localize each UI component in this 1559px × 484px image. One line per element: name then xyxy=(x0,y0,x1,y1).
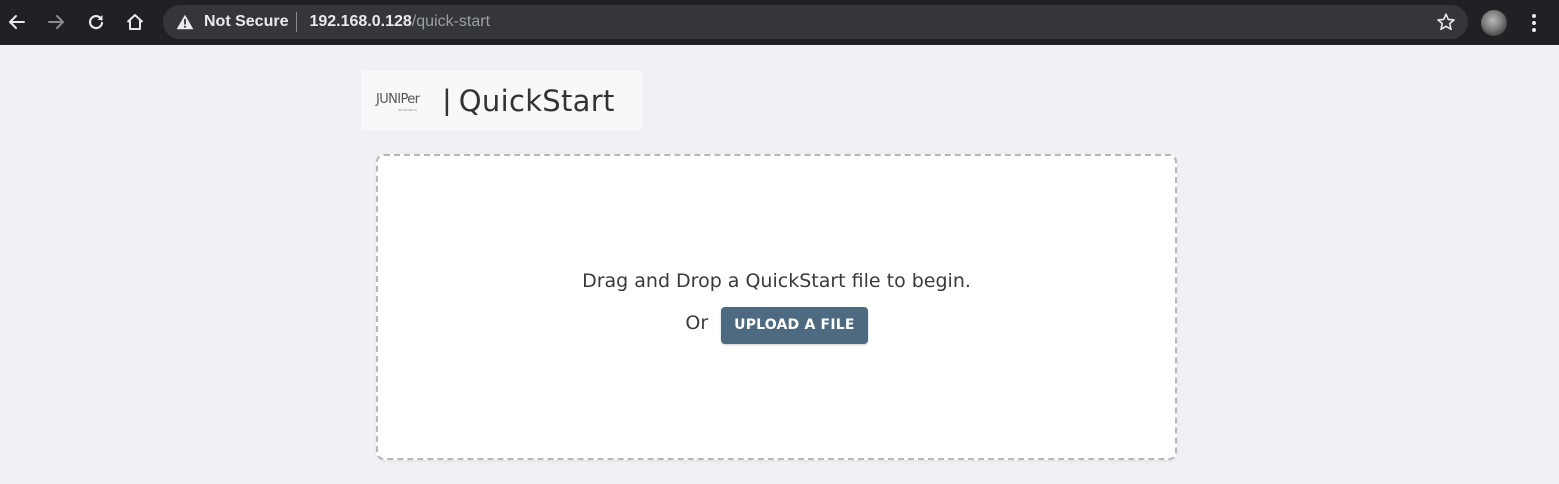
bookmark-button[interactable] xyxy=(1434,10,1458,34)
upload-row: Or UPLOAD A FILE xyxy=(378,307,1175,344)
warning-triangle-icon[interactable] xyxy=(175,12,195,32)
brand-header: JUNIPer NETWORKS | QuickStart xyxy=(361,71,642,130)
or-label: Or xyxy=(685,311,709,334)
url-host[interactable]: 192.168.0.128 xyxy=(309,13,411,31)
upload-file-button[interactable]: UPLOAD A FILE xyxy=(721,307,868,344)
address-bar[interactable]: Not Secure 192.168.0.128/quick-start xyxy=(163,5,1468,39)
omnibox-divider xyxy=(296,12,298,32)
browser-toolbar: Not Secure 192.168.0.128/quick-start xyxy=(0,0,1559,45)
star-icon xyxy=(1437,13,1455,31)
browser-menu-button[interactable] xyxy=(1522,8,1546,38)
juniper-logo: JUNIPer NETWORKS xyxy=(376,86,428,116)
logo-subtext: NETWORKS xyxy=(398,107,417,112)
avatar[interactable] xyxy=(1481,10,1507,36)
url-path[interactable]: /quick-start xyxy=(412,13,490,31)
forward-button[interactable] xyxy=(42,8,70,36)
kebab-menu-icon xyxy=(1532,14,1536,32)
back-button[interactable] xyxy=(3,8,31,36)
forward-arrow-icon xyxy=(48,15,64,29)
home-icon xyxy=(126,14,144,30)
back-arrow-icon xyxy=(9,15,25,29)
reload-icon xyxy=(88,15,104,30)
page-title: QuickStart xyxy=(458,83,615,118)
brand-separator: | xyxy=(443,83,451,117)
file-dropzone[interactable]: Drag and Drop a QuickStart file to begin… xyxy=(376,154,1177,460)
home-button[interactable] xyxy=(121,8,149,36)
logo-wordmark: JUNIPer xyxy=(376,91,420,107)
dropzone-prompt: Drag and Drop a QuickStart file to begin… xyxy=(582,270,971,292)
reload-button[interactable] xyxy=(82,8,110,36)
security-status-label[interactable]: Not Secure xyxy=(204,13,288,31)
